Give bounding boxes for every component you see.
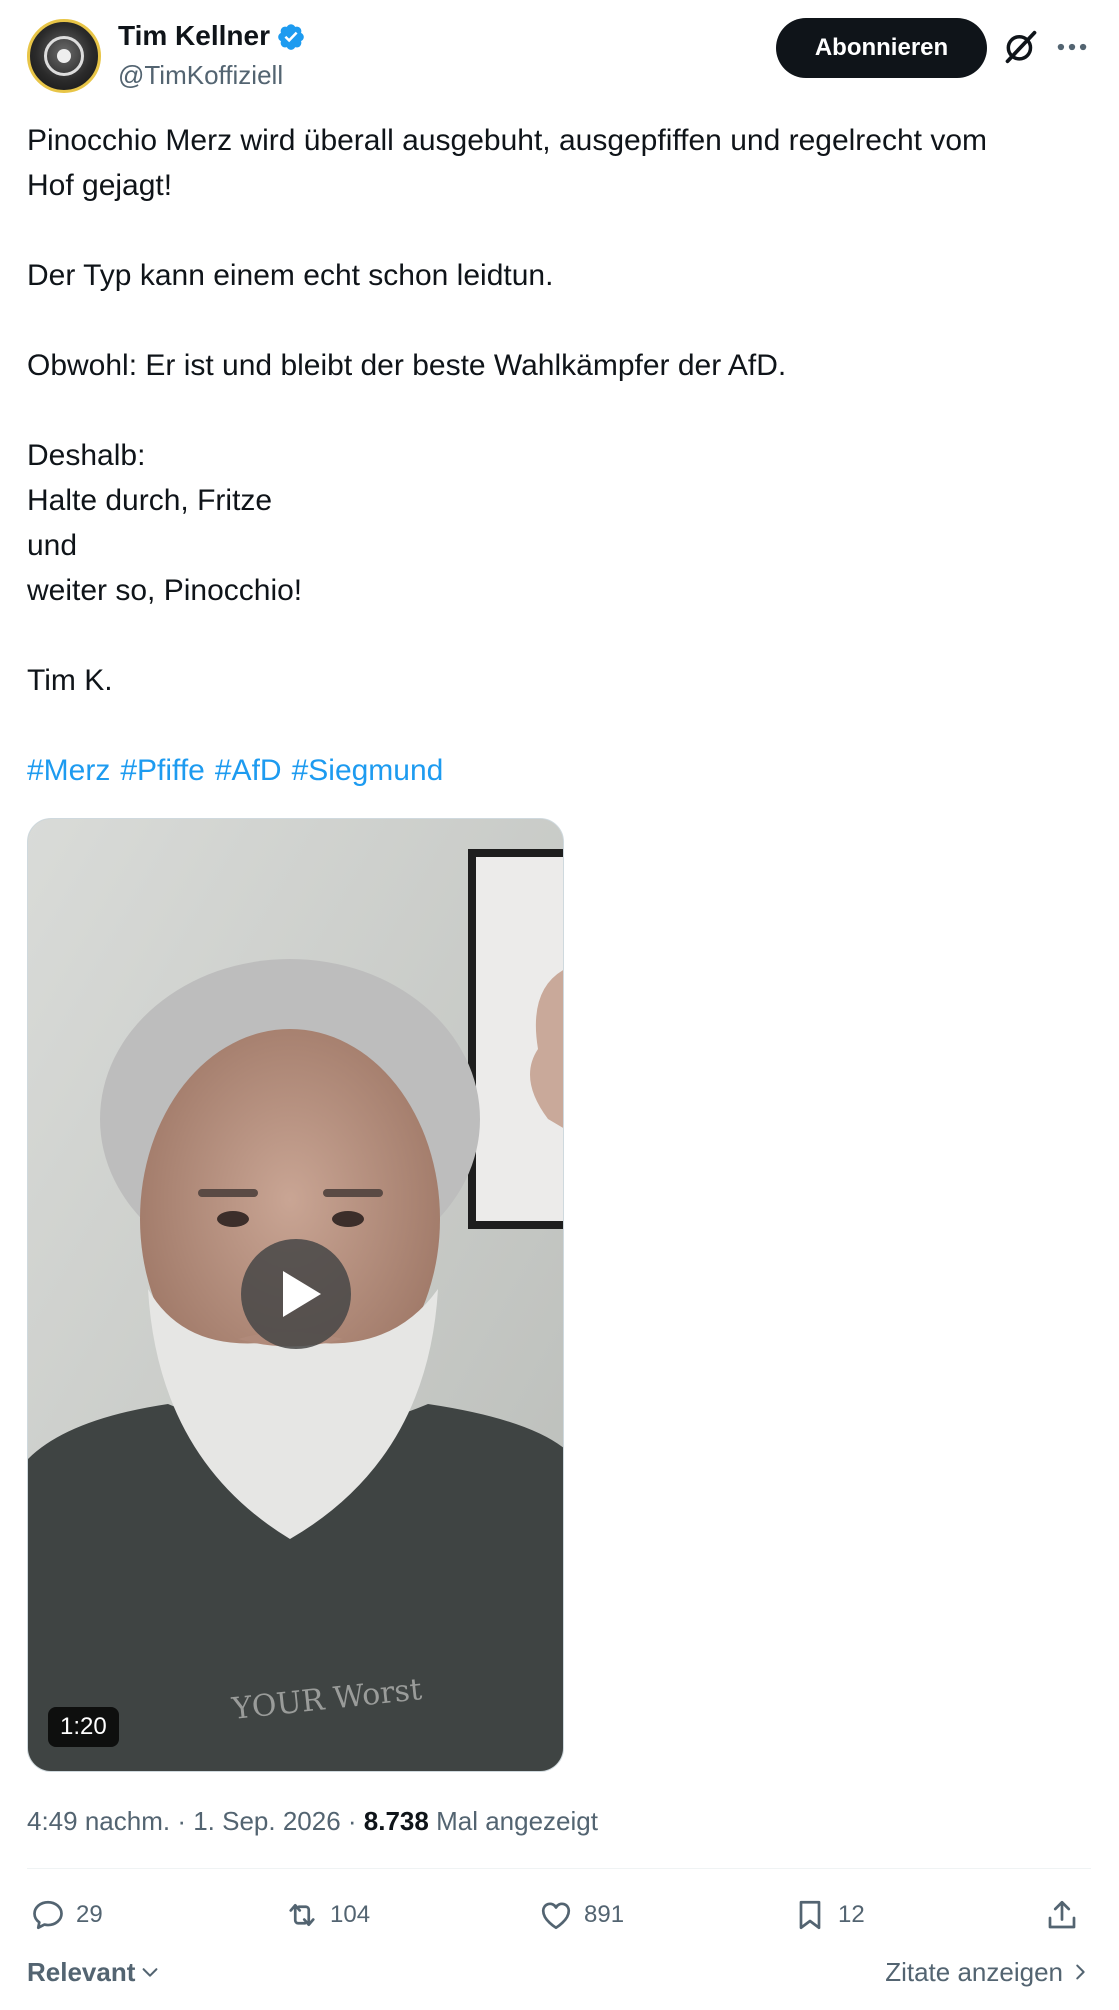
bookmark-button[interactable]: 12 <box>792 1895 865 1935</box>
view-quotes-link[interactable]: Zitate anzeigen <box>885 1954 1091 1990</box>
tweet-line <box>27 613 1097 658</box>
bookmark-count: 12 <box>838 1901 865 1928</box>
video-duration: 1:20 <box>48 1707 119 1747</box>
like-button[interactable]: 891 <box>538 1895 624 1935</box>
avatar[interactable] <box>27 19 101 93</box>
tweet-line: und <box>27 529 78 562</box>
hashtag-line: #Merz #Pfiffe #AfD #Siegmund <box>27 748 1097 793</box>
more-icon[interactable] <box>1052 28 1092 66</box>
reply-button[interactable]: 29 <box>30 1895 103 1935</box>
avatar-emblem-center <box>57 49 71 63</box>
meta-separator: · <box>170 1806 194 1836</box>
tweet-line: Halte durch, Fritze <box>27 484 273 517</box>
tweet-line <box>27 703 1097 748</box>
tweet-line: Pinocchio Merz wird überall ausgebuht, a… <box>27 124 987 157</box>
like-count: 891 <box>584 1901 625 1928</box>
repost-count: 104 <box>330 1901 371 1928</box>
tweet-line: weiter so, Pinocchio! <box>27 574 303 607</box>
view-label: Mal angezeigt <box>428 1806 598 1836</box>
quotes-label: Zitate anzeigen <box>885 1957 1063 1987</box>
tweet-line: Tim K. <box>27 664 113 697</box>
grok-icon[interactable] <box>1002 28 1040 66</box>
hashtag-link[interactable]: #Merz <box>27 754 110 787</box>
repost-icon <box>289 1903 315 1927</box>
view-count: 8.738 <box>363 1806 429 1836</box>
reply-count: 29 <box>76 1901 103 1928</box>
play-button[interactable] <box>241 1239 351 1349</box>
video-player[interactable]: YOUR Worst 1:20 <box>27 818 564 1772</box>
sort-label: Relevant <box>27 1957 136 1987</box>
tweet-line: Der Typ kann einem echt schon leidtun. <box>27 259 554 292</box>
divider <box>27 1868 1091 1869</box>
share-button[interactable] <box>1044 1895 1080 1935</box>
tweet-line <box>27 388 1097 433</box>
tweet-date[interactable]: 1. Sep. 2026 <box>193 1806 340 1836</box>
hashtag-link[interactable]: #Siegmund <box>292 754 444 787</box>
tweet-line: Obwohl: Er ist und bleibt der beste Wahl… <box>27 349 787 382</box>
meta-separator: · <box>340 1806 364 1836</box>
repost-button[interactable]: 104 <box>284 1895 370 1935</box>
play-icon <box>283 1271 321 1317</box>
hashtag-link[interactable]: #AfD <box>215 754 282 787</box>
reply-icon <box>33 1900 63 1930</box>
share-icon <box>1048 1900 1076 1929</box>
verified-badge-icon <box>278 24 304 50</box>
bookmark-icon <box>799 1900 821 1930</box>
chevron-right-icon <box>1076 1964 1085 1980</box>
tweet-line <box>27 208 1097 253</box>
tweet-line: Deshalb: <box>27 439 146 472</box>
hashtag-link[interactable]: #Pfiffe <box>120 754 205 787</box>
author-handle[interactable]: @TimKoffiziell <box>118 57 283 93</box>
tweet-text: Pinocchio Merz wird überall ausgebuht, a… <box>27 118 1097 793</box>
tweet-time[interactable]: 4:49 nachm. <box>27 1806 170 1836</box>
subscribe-button[interactable]: Abonnieren <box>776 18 987 78</box>
heart-icon <box>541 1902 571 1930</box>
tweet-meta: 4:49 nachm. · 1. Sep. 2026 · 8.738 Mal a… <box>27 1803 598 1839</box>
tweet-line: Hof gejagt! <box>27 169 173 202</box>
tweet-line <box>27 298 1097 343</box>
chevron-down-icon <box>142 1968 158 1977</box>
author-name[interactable]: Tim Kellner <box>118 17 270 55</box>
sort-dropdown[interactable]: Relevant <box>27 1954 161 1990</box>
